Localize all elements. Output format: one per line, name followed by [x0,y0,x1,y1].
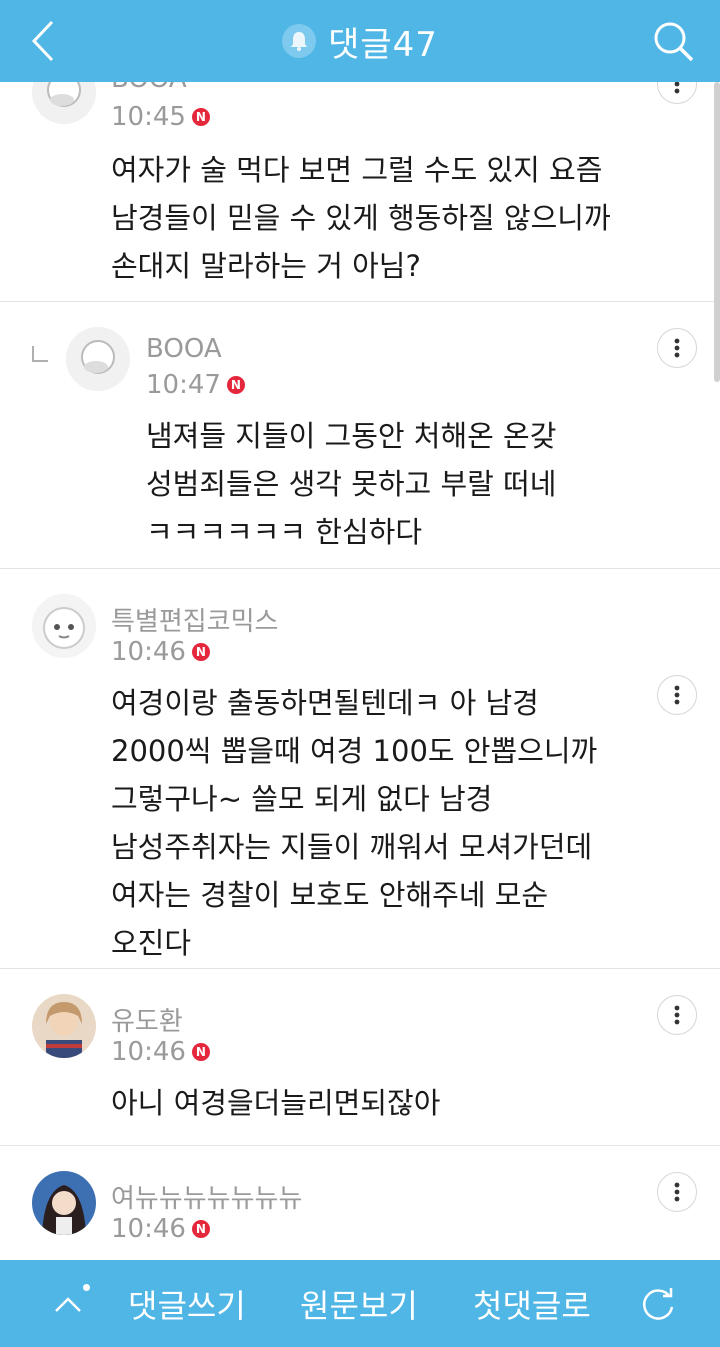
comment-time: 10:46 N [111,637,210,667]
more-options-icon[interactable] [657,1172,697,1212]
avatar[interactable] [66,327,130,391]
comment-list[interactable]: BOOA 10:45 N 여자가 술 먹다 보면 그럴 수도 있지 요즘 남경들… [0,82,720,1260]
scrollbar[interactable] [714,82,720,382]
comment-item: 특별편집코믹스 10:46 N 여경이랑 출동하면될텐데ㅋ 아 남경 2000씩… [0,569,720,969]
avatar[interactable] [32,1171,96,1235]
more-options-icon[interactable] [657,995,697,1035]
reply-item: BOOA 10:47 N 냄져들 지들이 그동안 처해온 온갖 성범죄들은 생각… [0,302,720,569]
new-badge-icon: N [191,1043,210,1061]
comment-time: 10:46 N [111,1214,210,1244]
time-text: 10:46 [111,637,186,667]
new-badge-icon: N [191,108,210,126]
page-title: 댓글47 [328,24,438,65]
comment-time: 10:46 N [111,1037,210,1067]
time-text: 10:45 [111,102,186,132]
refresh-icon[interactable] [636,1260,680,1347]
notification-dot-icon [83,1284,90,1291]
avatar[interactable] [32,594,96,658]
comment-author[interactable]: 유도환 [111,1001,183,1038]
avatar[interactable] [32,994,96,1058]
bottom-bar: 댓글쓰기 원문보기 첫댓글로 [0,1260,720,1347]
comment-text: 아니 여경을더늘리면되잖아 [111,1086,441,1120]
time-text: 10:46 [111,1214,186,1244]
comment-item: 여뉴뉴뉴뉴뉴뉴뉴 10:46 N [0,1146,720,1260]
comment-author[interactable]: 특별편집코믹스 [111,601,278,638]
new-badge-icon: N [191,643,210,661]
avatar[interactable] [32,82,96,124]
comment-author[interactable]: BOOA [111,82,187,94]
view-original-button[interactable]: 원문보기 [300,1260,418,1347]
comment-text: 여자가 술 먹다 보면 그럴 수도 있지 요즘 남경들이 믿을 수 있게 행동하… [111,153,611,283]
comment-text: 냄져들 지들이 그동안 처해온 온갖 성범죄들은 생각 못하고 부랄 떠네 ㅋㅋ… [146,419,557,549]
time-text: 10:46 [111,1037,186,1067]
comment-time: 10:45 N [111,102,210,132]
time-text: 10:47 [146,370,221,400]
more-options-icon[interactable] [657,82,697,104]
search-icon[interactable] [652,20,696,64]
header-title-group: 댓글47 [0,0,720,82]
comment-item: BOOA 10:45 N 여자가 술 먹다 보면 그럴 수도 있지 요즘 남경들… [0,82,720,302]
comment-item: 유도환 10:46 N 아니 여경을더늘리면되잖아 [0,969,720,1146]
comment-author[interactable]: BOOA [146,334,222,364]
comment-text: 여경이랑 출동하면될텐데ㅋ 아 남경 2000씩 뽑을때 여경 100도 안뽑으… [111,686,598,960]
new-badge-icon: N [191,1220,210,1238]
comment-time: 10:47 N [146,370,245,400]
bell-icon[interactable] [282,24,317,58]
more-options-icon[interactable] [657,675,697,715]
reply-indicator-icon [32,346,48,362]
top-bar: 댓글47 [0,0,720,82]
write-comment-button[interactable]: 댓글쓰기 [128,1260,246,1347]
first-comment-button[interactable]: 첫댓글로 [473,1260,591,1347]
new-badge-icon: N [226,376,245,394]
scroll-up-icon[interactable] [48,1260,88,1347]
more-options-icon[interactable] [657,328,697,368]
comment-author[interactable]: 여뉴뉴뉴뉴뉴뉴뉴 [111,1178,302,1215]
